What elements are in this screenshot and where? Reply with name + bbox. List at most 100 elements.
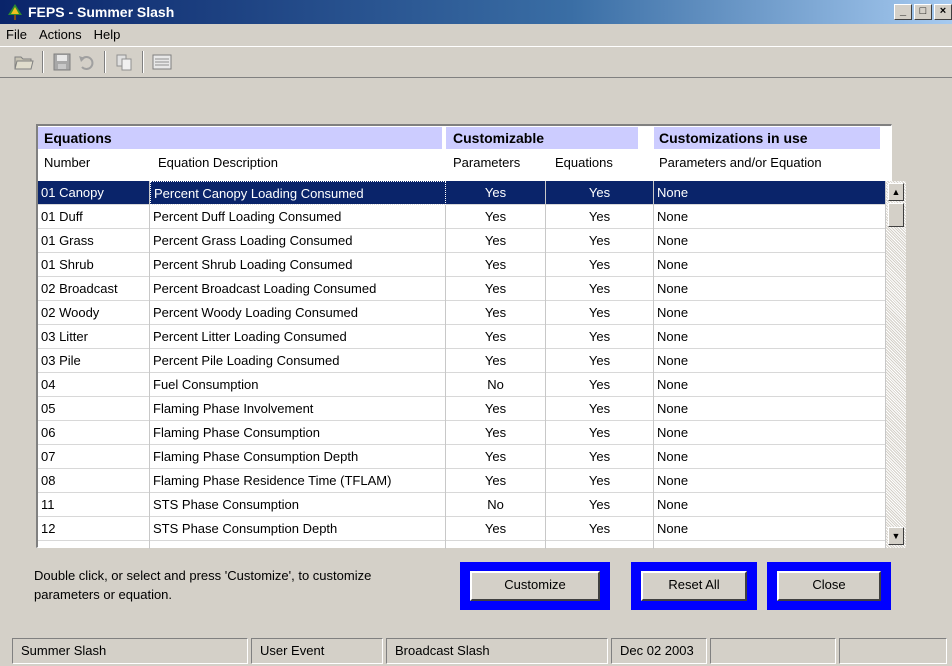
vertical-scrollbar[interactable]: ▲ ▼	[886, 181, 906, 548]
cell-parameters: Yes	[446, 517, 546, 541]
cell-in-use: None	[654, 421, 886, 445]
cell-description: Flaming Phase Residence Time (TFLAM)	[150, 469, 446, 493]
menu-actions[interactable]: Actions	[33, 27, 88, 42]
close-button[interactable]: Close	[767, 562, 891, 610]
scroll-down-button[interactable]: ▼	[888, 527, 904, 545]
undo-icon[interactable]	[74, 50, 98, 74]
cell-number: 03 Litter	[38, 325, 150, 349]
cell-in-use: None	[654, 325, 886, 349]
cell-in-use: None	[654, 229, 886, 253]
cell-parameters: Yes	[446, 229, 546, 253]
cell-parameters: Yes	[446, 445, 546, 469]
maximize-button[interactable]: □	[914, 4, 932, 20]
table-row[interactable]: 08 Flaming Phase Residence Time (TFLAM) Ye…	[38, 469, 886, 493]
cell-description: Percent Pile Loading Consumed	[150, 349, 446, 373]
cell-number: 01 Duff	[38, 205, 150, 229]
table-row[interactable]: 07 Flaming Phase Consumption Depth Yes Yes N…	[38, 445, 886, 469]
cell-empty	[654, 541, 886, 549]
cell-description: Percent Grass Loading Consumed	[150, 229, 446, 253]
cell-equations: Yes	[546, 373, 654, 397]
cell-parameters: Yes	[446, 421, 546, 445]
menu-help[interactable]: Help	[88, 27, 127, 42]
cell-number: 01 Canopy	[38, 181, 150, 205]
cell-description: Percent Broadcast Loading Consumed	[150, 277, 446, 301]
table-row[interactable]: 12 STS Phase Consumption Depth Yes Yes None	[38, 517, 886, 541]
cell-number: 11	[38, 493, 150, 517]
cell-equations: Yes	[546, 325, 654, 349]
column-header-equations[interactable]: Equations	[555, 155, 613, 170]
cell-equations: Yes	[546, 181, 654, 205]
column-header-in-use[interactable]: Parameters and/or Equation	[659, 155, 822, 170]
toolbar-separator	[104, 51, 106, 73]
cell-in-use: None	[654, 205, 886, 229]
cell-description: Flaming Phase Consumption	[150, 421, 446, 445]
cell-parameters: Yes	[446, 325, 546, 349]
close-window-button[interactable]: ×	[934, 4, 952, 20]
title-bar[interactable]: FEPS - Summer Slash _ □ ×	[0, 0, 952, 24]
scroll-thumb[interactable]	[888, 203, 904, 227]
table-row[interactable]: 01 Grass Percent Grass Loading Consumed Ye…	[38, 229, 886, 253]
cell-parameters: Yes	[446, 301, 546, 325]
menu-bar: File Actions Help	[0, 24, 126, 44]
cell-description: Flaming Phase Involvement	[150, 397, 446, 421]
table-row[interactable]: 05 Flaming Phase Involvement Yes Yes None	[38, 397, 886, 421]
cell-parameters: No	[446, 493, 546, 517]
table-row[interactable]: 02 Broadcast Percent Broadcast Loading Co…	[38, 277, 886, 301]
copy-icon[interactable]	[112, 50, 136, 74]
cell-equations: Yes	[546, 301, 654, 325]
table-row[interactable]: 01 Duff Percent Duff Loading Consumed Yes Y…	[38, 205, 886, 229]
table-row[interactable]: 11 STS Phase Consumption No Yes None	[38, 493, 886, 517]
cell-description: Percent Canopy Loading Consumed	[150, 181, 446, 205]
cell-parameters: Yes	[446, 397, 546, 421]
status-panel-5	[710, 638, 836, 664]
cell-in-use: None	[654, 181, 886, 205]
toolbar	[0, 46, 952, 78]
group-header-equations: Equations	[44, 130, 112, 146]
cell-equations: Yes	[546, 229, 654, 253]
status-event-name: Summer Slash	[12, 638, 248, 664]
customize-button[interactable]: Customize	[460, 562, 610, 610]
open-folder-icon[interactable]	[12, 50, 36, 74]
cell-in-use: None	[654, 301, 886, 325]
cell-number: 07	[38, 445, 150, 469]
cell-equations: Yes	[546, 469, 654, 493]
cell-number: 12	[38, 517, 150, 541]
table-row[interactable]: 04 Fuel Consumption No Yes None	[38, 373, 886, 397]
scroll-up-button[interactable]: ▲	[888, 183, 904, 201]
cell-parameters: Yes	[446, 253, 546, 277]
table-row[interactable]: 03 Litter Percent Litter Loading Consumed…	[38, 325, 886, 349]
table-row[interactable]: 01 Shrub Percent Shrub Loading Consumed Ye…	[38, 253, 886, 277]
toolbar-separator	[142, 51, 144, 73]
table-row[interactable]: 06 Flaming Phase Consumption Yes Yes None	[38, 421, 886, 445]
status-date: Dec 02 2003	[611, 638, 707, 664]
column-header-number[interactable]: Number	[44, 155, 90, 170]
menu-file[interactable]: File	[0, 27, 33, 42]
cell-equations: Yes	[546, 517, 654, 541]
table-row[interactable]: 01 Canopy Percent Canopy Loading Consumed…	[38, 181, 886, 205]
table-row[interactable]: 03 Pile Percent Pile Loading Consumed Yes Y…	[38, 349, 886, 373]
cell-empty	[546, 541, 654, 549]
column-header-parameters[interactable]: Parameters	[453, 155, 520, 170]
save-icon[interactable]	[50, 50, 74, 74]
cell-in-use: None	[654, 469, 886, 493]
table-row[interactable]: 02 Woody Percent Woody Loading Consumed Ye…	[38, 301, 886, 325]
instructions-text: Double click, or select and press 'Custo…	[34, 568, 372, 602]
cell-equations: Yes	[546, 445, 654, 469]
reset-all-button[interactable]: Reset All	[631, 562, 757, 610]
cell-parameters: Yes	[446, 349, 546, 373]
group-header-in-use: Customizations in use	[659, 130, 808, 146]
column-header-description[interactable]: Equation Description	[158, 155, 278, 170]
cell-parameters: Yes	[446, 277, 546, 301]
cell-number: 03 Pile	[38, 349, 150, 373]
cell-parameters: Yes	[446, 205, 546, 229]
cell-equations: Yes	[546, 253, 654, 277]
toolbar-separator	[42, 51, 44, 73]
customize-button-label: Customize	[470, 571, 600, 601]
tree-app-icon	[6, 3, 24, 21]
window-title: FEPS - Summer Slash	[28, 4, 175, 20]
report-icon[interactable]	[150, 50, 174, 74]
cell-equations: Yes	[546, 205, 654, 229]
minimize-button[interactable]: _	[894, 4, 912, 20]
cell-description: STS Phase Consumption	[150, 493, 446, 517]
cell-description: STS Phase Consumption Depth	[150, 517, 446, 541]
